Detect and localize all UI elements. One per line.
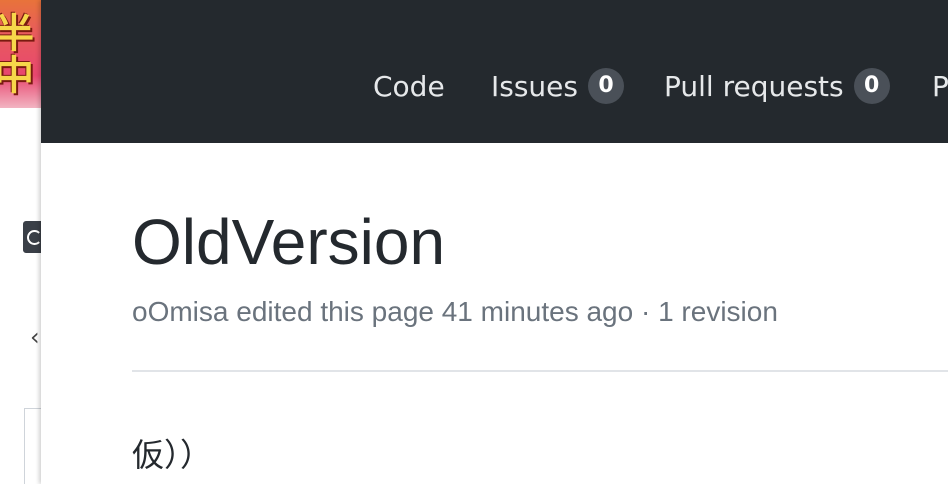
banner-glyph: 半	[0, 11, 34, 57]
tab-code[interactable]: Code	[373, 64, 445, 108]
tab-pull-requests-label: Pull requests	[664, 69, 844, 103]
page-edit-meta: oOmisa edited this page 41 minutes ago ·…	[132, 296, 778, 327]
tab-projects[interactable]: P	[932, 64, 948, 108]
background-banner-image: 半 中	[0, 0, 44, 108]
wiki-body-text: 仮））	[132, 436, 213, 474]
banner-glyph: 中	[0, 53, 34, 99]
tab-code-label: Code	[373, 69, 445, 103]
divider	[132, 370, 948, 372]
tab-pull-requests[interactable]: Pull requests 0	[664, 64, 890, 108]
pull-requests-count-badge: 0	[853, 68, 890, 104]
issues-count-badge: 0	[588, 68, 624, 104]
tab-projects-label: P	[932, 69, 948, 103]
chevron-left-icon[interactable]: ‹	[30, 325, 40, 349]
tab-issues[interactable]: Issues 0	[491, 64, 624, 108]
background-window: 半 中 ‹	[0, 0, 44, 484]
github-wiki-window: Code Issues 0 Pull requests 0 P OldVersi…	[41, 0, 948, 484]
tab-issues-label: Issues	[491, 69, 578, 103]
page-title: OldVersion	[132, 206, 446, 278]
repo-nav-bar: Code Issues 0 Pull requests 0 P	[41, 0, 948, 143]
